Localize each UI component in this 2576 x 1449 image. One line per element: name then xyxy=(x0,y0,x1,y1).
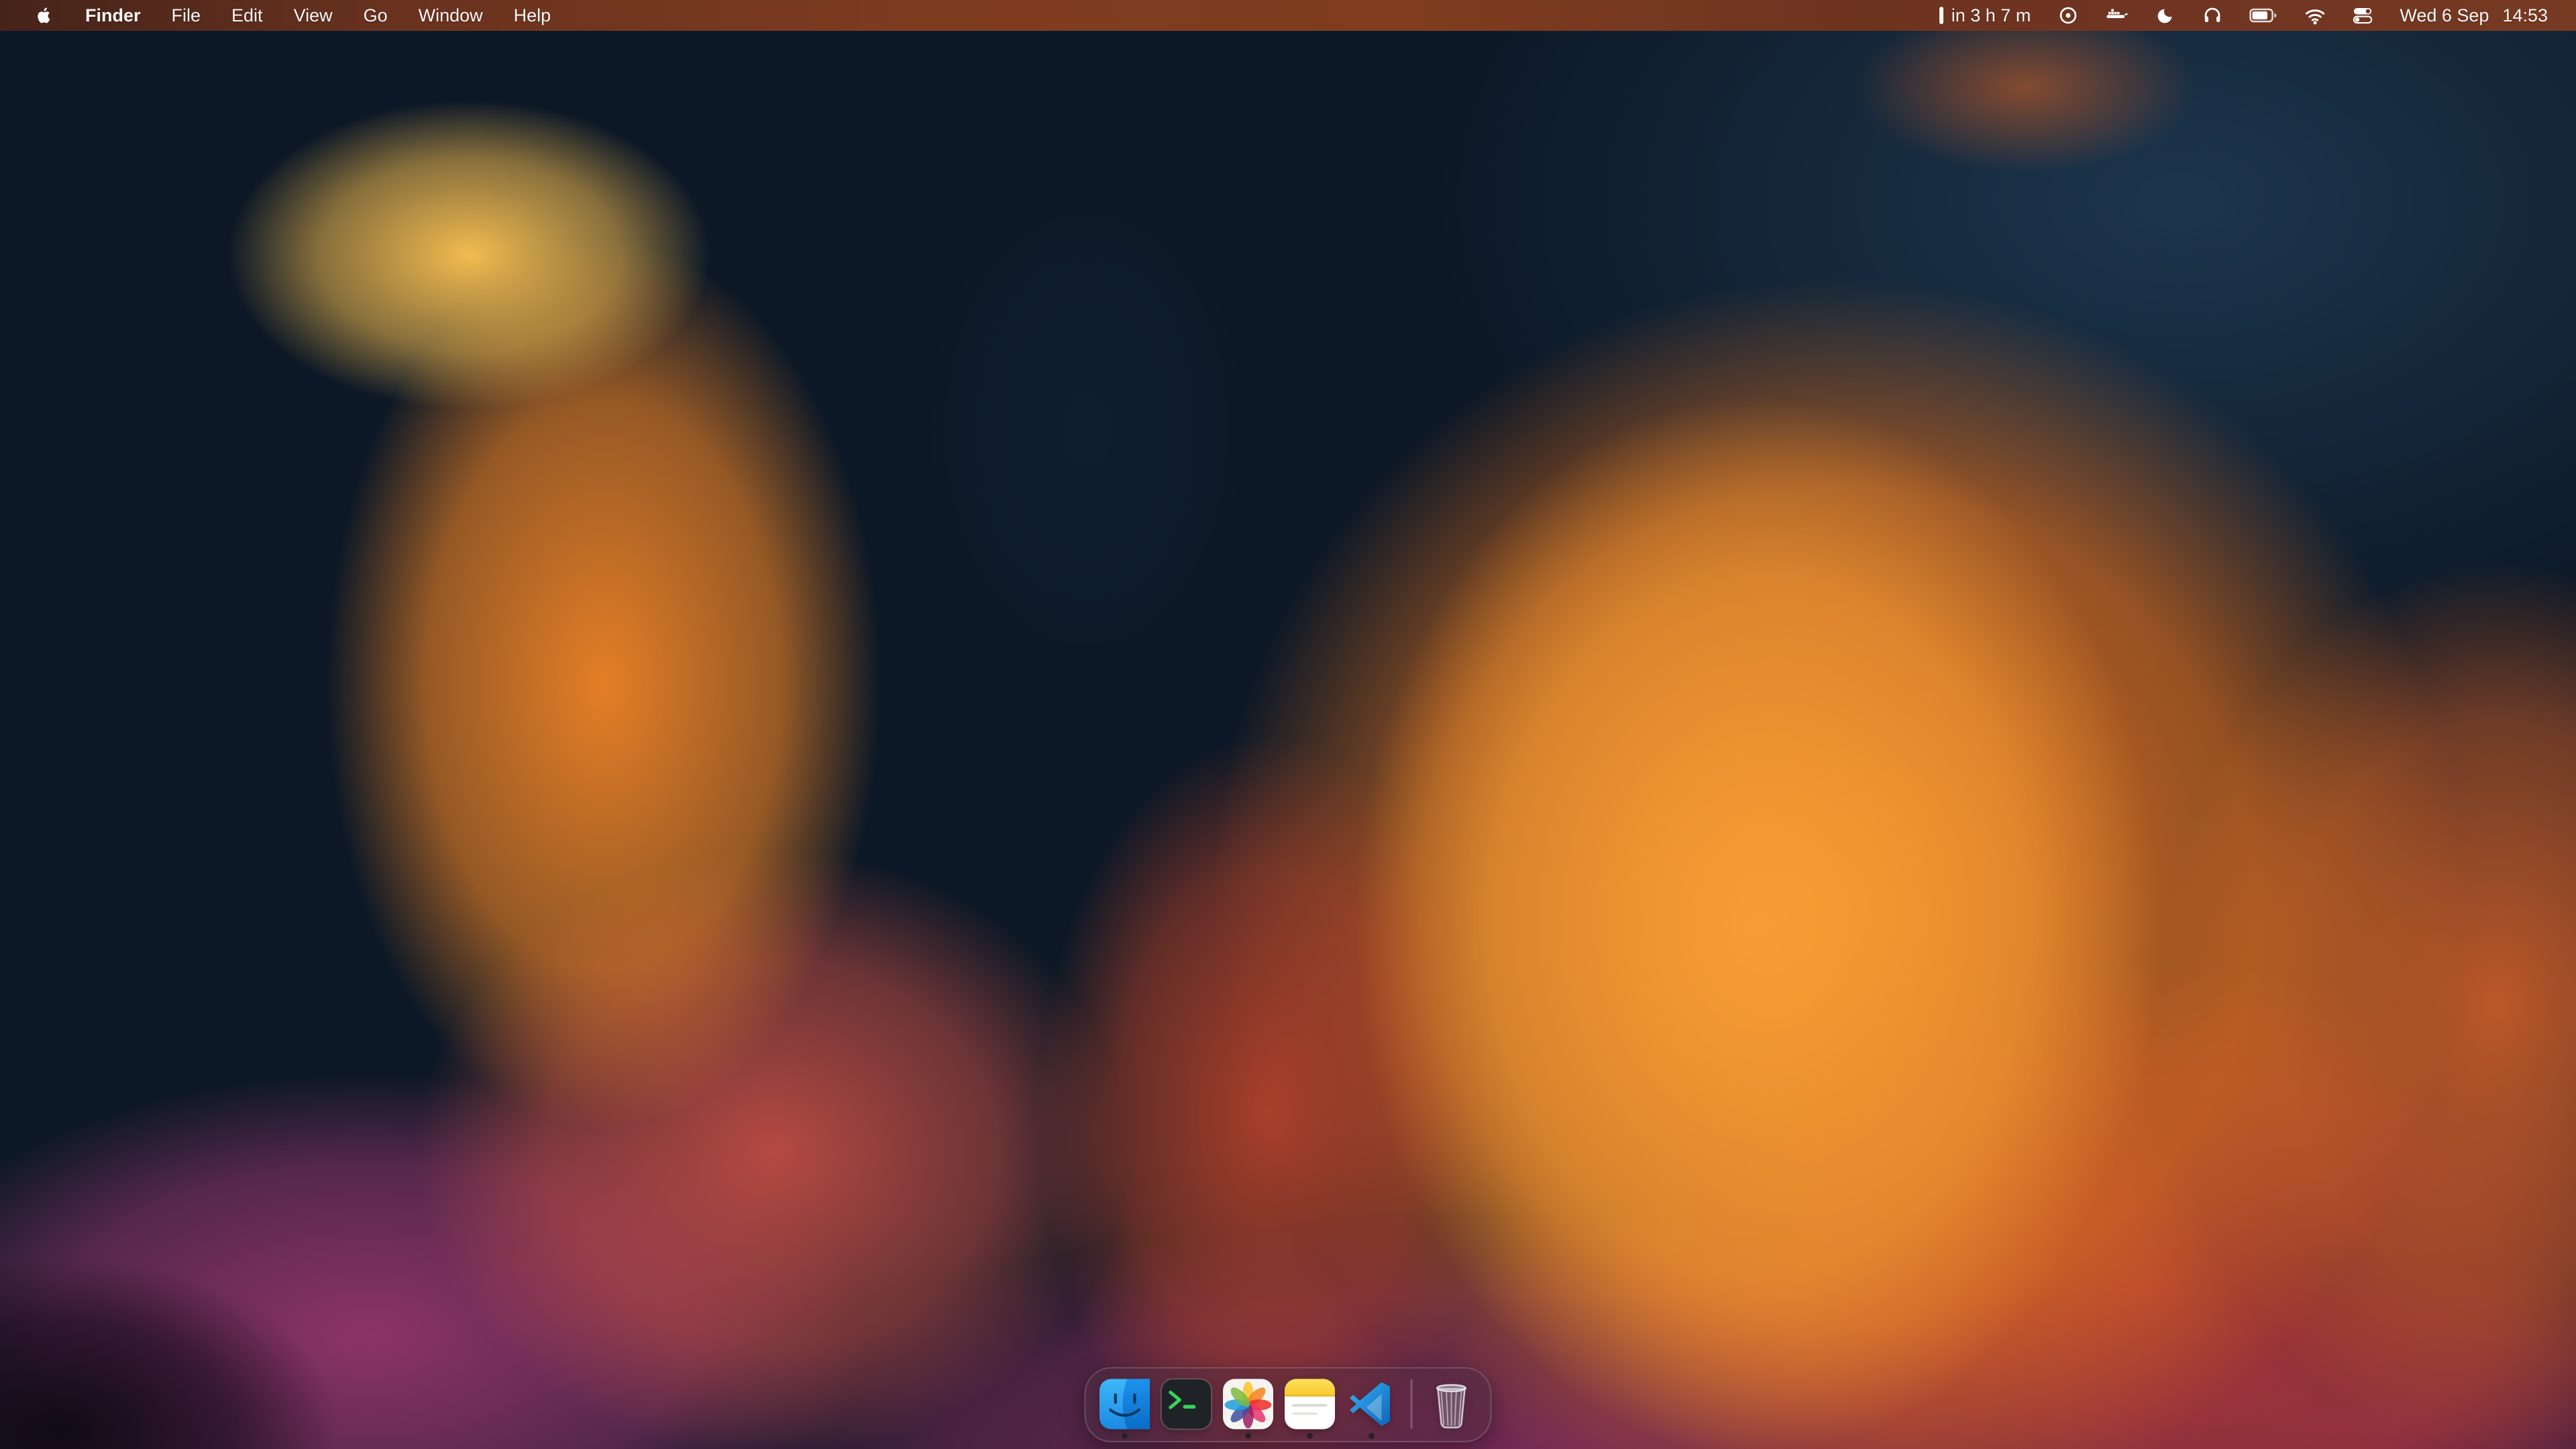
dock-notes[interactable] xyxy=(1283,1377,1337,1431)
control-center-icon xyxy=(2353,5,2373,25)
wifi-status-item[interactable] xyxy=(2291,0,2339,31)
headphones-icon xyxy=(2202,5,2222,25)
clock-time: 14:53 xyxy=(2502,5,2548,26)
dock xyxy=(1085,1367,1492,1442)
running-indicator xyxy=(1245,1433,1251,1439)
battery-icon xyxy=(2249,8,2277,23)
running-indicator xyxy=(1368,1433,1375,1439)
docker-whale-icon xyxy=(2106,7,2129,24)
active-app-menu[interactable]: Finder xyxy=(70,0,156,31)
moon-focus-icon xyxy=(2155,5,2176,25)
dock-vscode[interactable] xyxy=(1345,1377,1399,1431)
menu-view[interactable]: View xyxy=(278,0,348,31)
menu-bar-status-area: in 3 h 7 m xyxy=(1926,0,2576,31)
timer-status-item[interactable]: in 3 h 7 m xyxy=(1926,0,2045,31)
dock-finder[interactable] xyxy=(1098,1377,1152,1431)
timer-text: in 3 h 7 m xyxy=(1951,5,2031,26)
focus-status-item[interactable] xyxy=(2142,0,2189,31)
finder-icon xyxy=(1098,1377,1152,1431)
circle-status-item[interactable] xyxy=(2044,0,2092,31)
headphones-status-item[interactable] xyxy=(2189,0,2236,31)
menu-window[interactable]: Window xyxy=(403,0,498,31)
control-center-status-item[interactable] xyxy=(2339,0,2386,31)
vscode-icon xyxy=(1345,1377,1399,1431)
photos-icon xyxy=(1222,1377,1275,1431)
dock-photos[interactable] xyxy=(1222,1377,1275,1431)
terminal-icon xyxy=(1160,1377,1214,1431)
menu-file[interactable]: File xyxy=(156,0,217,31)
menu-bar-clock[interactable]: Wed 6 Sep 14:53 xyxy=(2386,0,2561,31)
apple-logo-icon xyxy=(34,5,54,25)
menu-bar-left: Finder File Edit View Go Window Help xyxy=(0,0,566,31)
wifi-icon xyxy=(2304,7,2326,25)
vertical-bar-icon xyxy=(1939,7,1943,24)
menu-edit[interactable]: Edit xyxy=(216,0,278,31)
menu-help[interactable]: Help xyxy=(498,0,567,31)
docker-status-item[interactable] xyxy=(2092,0,2142,31)
menu-go[interactable]: Go xyxy=(348,0,403,31)
desktop-wallpaper[interactable] xyxy=(0,0,2576,1449)
dock-separator xyxy=(1411,1379,1413,1429)
clock-date: Wed 6 Sep xyxy=(2400,5,2489,26)
dock-terminal[interactable] xyxy=(1160,1377,1214,1431)
battery-status-item[interactable] xyxy=(2236,0,2291,31)
apple-menu[interactable] xyxy=(19,0,70,31)
notes-icon xyxy=(1283,1377,1337,1431)
trash-icon xyxy=(1425,1377,1479,1431)
running-indicator xyxy=(1122,1433,1128,1439)
circle-icon xyxy=(2057,5,2079,26)
running-indicator xyxy=(1307,1433,1313,1439)
menu-bar: Finder File Edit View Go Window Help in … xyxy=(0,0,2576,31)
dock-trash[interactable] xyxy=(1425,1377,1479,1431)
